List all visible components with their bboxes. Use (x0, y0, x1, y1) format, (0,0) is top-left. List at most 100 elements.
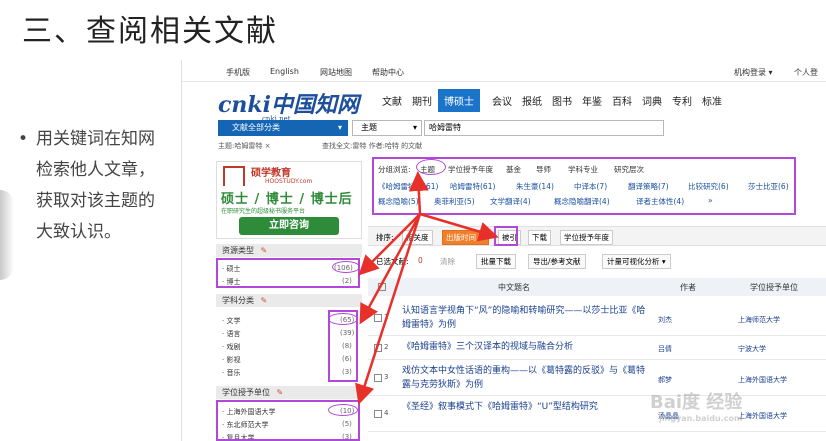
facet-item-literature[interactable]: · 文学 (222, 316, 240, 326)
keyword-chip[interactable]: 概念隐喻翻译(4) (554, 196, 610, 207)
sort-pubtime[interactable]: 出版时间 ↓ (442, 230, 489, 245)
facet-item-drama[interactable]: · 戏剧 (222, 342, 240, 352)
group-tab-year[interactable]: 学位授予年度 (448, 164, 493, 175)
active-filter[interactable]: 主题:哈姆雷特 × (218, 141, 270, 151)
more-keywords-icon[interactable]: » (708, 196, 713, 205)
row-unit[interactable]: 上海外国语大学 (738, 411, 787, 421)
topbar-personal-login[interactable]: 个人登 (794, 67, 818, 78)
table-row[interactable]: 4 《圣经》叙事模式下《哈姆雷特》“U”型结构研究 汤晶晶 上海外国语大学 (368, 396, 826, 432)
search-input[interactable]: 哈姆雷特 (424, 120, 664, 136)
tab-conference[interactable]: 会议 (492, 93, 512, 108)
results-table-header: 中文题名 作者 学位授予单位 (368, 278, 826, 296)
keyword-chip[interactable]: 翻译策略(7) (628, 181, 669, 192)
row-author[interactable]: 郝梦 (658, 375, 672, 385)
ad-banner[interactable]: 硕学教育 HOOSTUDY.com 硕士 / 博士 / 博士后 在职研究生的超级… (216, 161, 362, 239)
cnki-logo[interactable]: cnki中国知网 cnki.net (218, 87, 359, 123)
export-button[interactable]: 导出/参考文献 (528, 254, 586, 269)
edit-icon[interactable]: ✎ (277, 388, 284, 397)
field-select[interactable]: 主题 ▾ (352, 120, 422, 136)
keyword-chip[interactable]: 比较研究(6) (688, 181, 729, 192)
tab-thesis[interactable]: 博硕士 (438, 89, 480, 112)
keyword-chip[interactable]: 哈姆雷特(61) (450, 181, 495, 192)
grouping-label: 分组浏览: (378, 165, 411, 174)
tab-dictionary[interactable]: 词典 (642, 93, 662, 108)
batch-download-button[interactable]: 批量下载 (476, 254, 516, 269)
tab-yearbook[interactable]: 年鉴 (582, 93, 602, 108)
ad-subtitle: 在职研究生的超级秘书服务平台 (221, 208, 306, 215)
select-all-checkbox[interactable] (378, 283, 386, 291)
facet-item-language[interactable]: · 语言 (222, 329, 240, 339)
row-checkbox[interactable] (374, 410, 382, 418)
sort-relevance[interactable]: 相关度 (402, 230, 433, 245)
ad-consult-button[interactable]: 立即咨询 (239, 217, 339, 235)
results-toolbar: 已选文献: 0 清除 批量下载 导出/参考文献 计量可视化分析 ▾ (368, 252, 826, 272)
tab-journal[interactable]: 期刊 (412, 93, 432, 108)
topbar-institution-login[interactable]: 机构登录 ▾ (734, 67, 773, 78)
house-logo-icon (223, 166, 245, 186)
row-checkbox[interactable] (374, 314, 382, 322)
topbar-link-sitemap[interactable]: 网站地图 (320, 67, 352, 78)
search-summary: 查找全文:雷特 作者:哈特 的文献 (322, 142, 423, 150)
col-title[interactable]: 中文题名 (498, 282, 530, 293)
keyword-chip[interactable]: 译者主体性(4) (636, 196, 684, 207)
facet-item-film[interactable]: · 影视 (222, 355, 240, 365)
cnki-screenshot: 手机版 English 网站地图 帮助中心 机构登录 ▾ 个人登 cnki中国知… (181, 60, 826, 441)
group-tab-level[interactable]: 研究层次 (614, 164, 644, 175)
topbar-link-english[interactable]: English (270, 67, 299, 76)
tab-book[interactable]: 图书 (552, 93, 572, 108)
row-title-link[interactable]: 戏仿文本中女性话语的重构——以《葛特露的反驳》与《葛特露与克劳狄斯》为例 (402, 364, 652, 392)
row-checkbox[interactable] (374, 344, 382, 352)
row-title-link[interactable]: 《哈姆雷特》三个汉译本的视域与融合分析 (402, 340, 652, 354)
tab-patent[interactable]: 专利 (672, 93, 692, 108)
keyword-chip[interactable]: 朱生豪(14) (516, 181, 554, 192)
keyword-chip[interactable]: 概念隐喻(5) (378, 196, 419, 207)
sort-bar: 排序: 相关度 出版时间 ↓ 被引 下载 学位授予年度 (368, 226, 826, 246)
watermark: Bai度 经验 jingyan.baidu.com (650, 388, 742, 423)
row-unit[interactable]: 上海外国语大学 (738, 375, 787, 385)
col-unit[interactable]: 学位授予单位 (750, 282, 798, 293)
row-checkbox[interactable] (374, 374, 382, 382)
bullet-dot-icon: • (18, 129, 29, 149)
visualize-button[interactable]: 计量可视化分析 ▾ (602, 254, 671, 269)
row-author[interactable]: 吕倩 (658, 344, 672, 354)
row-title-link[interactable]: 《圣经》叙事模式下《哈姆雷特》“U”型结构研究 (402, 400, 652, 414)
topbar-link-mobile[interactable]: 手机版 (226, 67, 250, 78)
row-title-link[interactable]: 认知语言学视角下“风”的隐喻和转喻研究——以莎士比亚《哈姆雷特》为例 (402, 304, 652, 332)
tab-standard[interactable]: 标准 (702, 93, 722, 108)
tab-encyclopedia[interactable]: 百科 (612, 93, 632, 108)
circle-literature-count (328, 313, 358, 325)
row-unit[interactable]: 上海师范大学 (738, 315, 780, 325)
keyword-chip[interactable]: 《哈姆雷特》(61) (378, 181, 438, 192)
topbar-link-help[interactable]: 帮助中心 (372, 67, 404, 78)
group-tab-major[interactable]: 学科专业 (568, 164, 598, 175)
row-author[interactable]: 刘杰 (658, 315, 672, 325)
ad-degrees: 硕士 / 博士 / 博士后 (221, 192, 353, 207)
circle-shisu-count (328, 404, 358, 416)
keyword-chip[interactable]: 奥菲利亚(5) (434, 196, 475, 207)
table-row[interactable]: 1 认知语言学视角下“风”的隐喻和转喻研究——以莎士比亚《哈姆雷特》为例 刘杰 … (368, 300, 826, 336)
sort-download[interactable]: 下载 (528, 230, 551, 245)
keyword-chip[interactable]: 中译本(7) (574, 181, 607, 192)
row-unit[interactable]: 宁波大学 (738, 344, 766, 354)
ad-brand-en: HOOSTUDY.com (265, 178, 313, 185)
category-select[interactable]: 文献全部分类 ▾ (218, 120, 348, 136)
tab-literature[interactable]: 文献 (382, 93, 402, 108)
edit-icon[interactable]: ✎ (261, 246, 268, 255)
col-author[interactable]: 作者 (680, 282, 696, 293)
facet-head-subject: 学科分类 ✎ (216, 294, 362, 307)
selected-label: 已选文献: (376, 257, 409, 266)
keyword-chip[interactable]: 文学翻译(4) (490, 196, 531, 207)
sort-label: 排序: (376, 233, 394, 242)
keyword-chip[interactable]: 莎士比亚(6) (748, 181, 789, 192)
tab-newspaper[interactable]: 报纸 (522, 93, 542, 108)
facet-head-resource-type: 资源类型 ✎ (216, 244, 362, 257)
group-tab-advisor[interactable]: 导师 (536, 164, 551, 175)
sort-degree-year[interactable]: 学位授予年度 (560, 230, 613, 245)
table-row[interactable]: 2 《哈姆雷特》三个汉译本的视域与融合分析 吕倩 宁波大学 (368, 336, 826, 360)
group-tab-fund[interactable]: 基金 (506, 164, 521, 175)
search-bar: 文献全部分类 ▾ 主题 ▾ 哈姆雷特 (218, 120, 818, 136)
facet-item-music[interactable]: · 音乐 (222, 368, 240, 378)
edit-icon[interactable]: ✎ (261, 296, 268, 305)
table-row[interactable]: 3 戏仿文本中女性话语的重构——以《葛特露的反驳》与《葛特露与克劳狄斯》为例 郝… (368, 360, 826, 396)
clear-selection[interactable]: 清除 (440, 256, 455, 267)
